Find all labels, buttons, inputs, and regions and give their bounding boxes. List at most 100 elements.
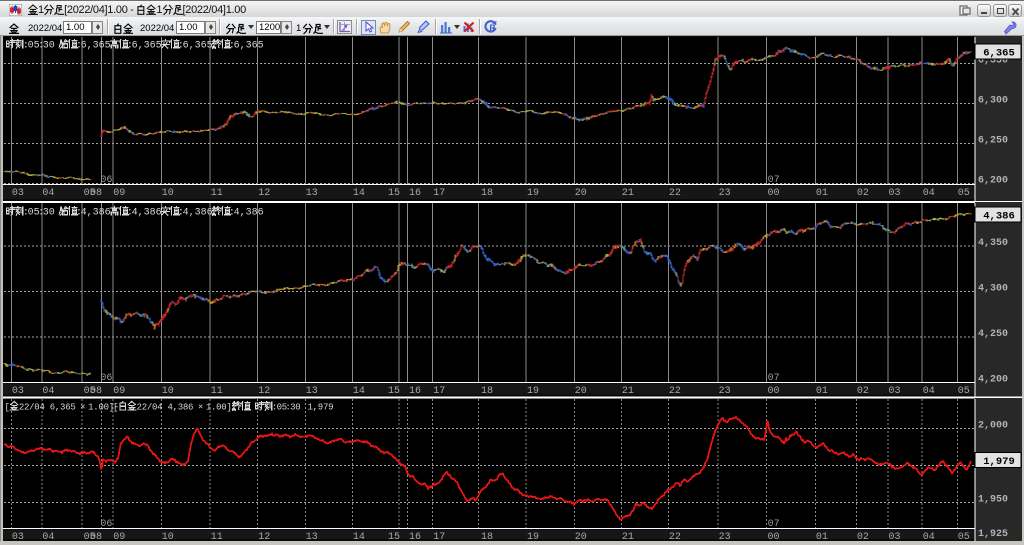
svg-text:[: [ bbox=[113, 403, 118, 413]
svg-text:03: 03 bbox=[12, 532, 24, 541]
svg-text:13: 13 bbox=[306, 188, 318, 199]
svg-text:13: 13 bbox=[306, 386, 318, 397]
svg-text:4,250: 4,250 bbox=[978, 329, 1008, 340]
svg-text:10: 10 bbox=[162, 386, 174, 397]
svg-text:1,979: 1,979 bbox=[983, 456, 1015, 468]
svg-text:1,925: 1,925 bbox=[978, 529, 1008, 540]
svg-text:03: 03 bbox=[12, 188, 24, 199]
svg-text:00: 00 bbox=[768, 386, 780, 397]
svg-text:6,365: 6,365 bbox=[183, 41, 213, 52]
svg-text:09: 09 bbox=[113, 386, 125, 397]
svg-text:4,386: 4,386 bbox=[81, 208, 111, 219]
svg-text:04: 04 bbox=[42, 532, 54, 541]
svg-text:1,979: 1,979 bbox=[308, 403, 334, 413]
svg-text:4,200: 4,200 bbox=[978, 375, 1008, 386]
svg-text:16: 16 bbox=[409, 188, 421, 199]
svg-text:02: 02 bbox=[857, 188, 869, 199]
svg-text:04: 04 bbox=[42, 386, 54, 397]
svg-text:21: 21 bbox=[622, 386, 634, 397]
svg-text:16: 16 bbox=[409, 386, 421, 397]
svg-text:11: 11 bbox=[211, 188, 223, 199]
svg-text:18: 18 bbox=[481, 188, 493, 199]
svg-text:19: 19 bbox=[527, 386, 539, 397]
svg-text:6,200: 6,200 bbox=[978, 176, 1008, 187]
svg-text:30: 30 bbox=[290, 403, 300, 413]
svg-text:23: 23 bbox=[719, 532, 731, 541]
svg-text:11: 11 bbox=[211, 386, 223, 397]
svg-text:18: 18 bbox=[481, 386, 493, 397]
svg-text:04: 04 bbox=[923, 188, 935, 199]
svg-text:4,386: 4,386 bbox=[132, 208, 162, 219]
svg-text:04: 04 bbox=[923, 532, 935, 541]
svg-text:R: R bbox=[490, 24, 496, 33]
svg-text:01: 01 bbox=[816, 188, 828, 199]
svg-text:10: 10 bbox=[162, 532, 174, 541]
svg-text:03: 03 bbox=[889, 188, 901, 199]
svg-text:19: 19 bbox=[527, 188, 539, 199]
svg-text:11: 11 bbox=[211, 532, 223, 541]
svg-text:12: 12 bbox=[258, 188, 270, 199]
svg-text:14: 14 bbox=[353, 532, 365, 541]
svg-text:4,386: 4,386 bbox=[983, 211, 1015, 223]
svg-text:12: 12 bbox=[258, 532, 270, 541]
svg-text:03: 03 bbox=[889, 386, 901, 397]
svg-text:22: 22 bbox=[669, 188, 681, 199]
svg-text:00: 00 bbox=[768, 188, 780, 199]
svg-text:6,365: 6,365 bbox=[81, 41, 111, 52]
svg-text:08: 08 bbox=[90, 188, 102, 199]
svg-text:21: 21 bbox=[622, 188, 634, 199]
svg-text:×: × bbox=[80, 403, 85, 413]
svg-text:04: 04 bbox=[923, 386, 935, 397]
svg-text:6,365: 6,365 bbox=[234, 41, 264, 52]
svg-text:20: 20 bbox=[575, 386, 587, 397]
svg-text:05: 05 bbox=[958, 188, 970, 199]
svg-text:00: 00 bbox=[768, 532, 780, 541]
svg-text:12: 12 bbox=[258, 386, 270, 397]
svg-text:6,365: 6,365 bbox=[983, 48, 1015, 60]
svg-text:18: 18 bbox=[481, 532, 493, 541]
svg-text:21: 21 bbox=[622, 532, 634, 541]
svg-text:15: 15 bbox=[388, 532, 400, 541]
svg-text:[: [ bbox=[5, 403, 10, 413]
svg-text:03: 03 bbox=[889, 532, 901, 541]
svg-text:17: 17 bbox=[433, 188, 445, 199]
svg-text:4,386: 4,386 bbox=[183, 208, 213, 219]
svg-text:03: 03 bbox=[12, 386, 24, 397]
svg-text:10: 10 bbox=[162, 188, 174, 199]
svg-text:4,350: 4,350 bbox=[978, 238, 1008, 249]
svg-text:05: 05 bbox=[958, 386, 970, 397]
svg-text:09: 09 bbox=[113, 532, 125, 541]
svg-text:15: 15 bbox=[388, 188, 400, 199]
svg-text:23: 23 bbox=[719, 188, 731, 199]
svg-text:19: 19 bbox=[527, 532, 539, 541]
svg-text:16: 16 bbox=[409, 532, 421, 541]
svg-text:6,365: 6,365 bbox=[132, 41, 162, 52]
svg-text:08: 08 bbox=[90, 532, 102, 541]
svg-text:17: 17 bbox=[433, 386, 445, 397]
svg-text:02: 02 bbox=[857, 386, 869, 397]
svg-text:05: 05 bbox=[958, 532, 970, 541]
svg-text:1.00]: 1.00] bbox=[206, 403, 232, 413]
svg-text:1,950: 1,950 bbox=[978, 495, 1008, 506]
svg-text:13: 13 bbox=[306, 532, 318, 541]
svg-text:22/04 4,386: 22/04 4,386 bbox=[137, 403, 194, 413]
svg-text:30: 30 bbox=[43, 41, 55, 52]
svg-text:23: 23 bbox=[719, 386, 731, 397]
svg-text:20: 20 bbox=[575, 532, 587, 541]
svg-text:6,300: 6,300 bbox=[978, 96, 1008, 107]
svg-text:14: 14 bbox=[353, 386, 365, 397]
svg-text:01: 01 bbox=[816, 532, 828, 541]
svg-text:2,000: 2,000 bbox=[978, 421, 1008, 432]
svg-text:22: 22 bbox=[669, 386, 681, 397]
svg-text:01: 01 bbox=[816, 386, 828, 397]
svg-text:17: 17 bbox=[433, 532, 445, 541]
svg-text:14: 14 bbox=[353, 188, 365, 199]
svg-text:02: 02 bbox=[857, 532, 869, 541]
svg-text:04: 04 bbox=[42, 188, 54, 199]
svg-text:22: 22 bbox=[669, 532, 681, 541]
svg-text:4,300: 4,300 bbox=[978, 284, 1008, 295]
svg-text:09: 09 bbox=[113, 188, 125, 199]
svg-text:6,250: 6,250 bbox=[978, 136, 1008, 147]
svg-text:30: 30 bbox=[43, 208, 55, 219]
svg-text:4,386: 4,386 bbox=[234, 208, 264, 219]
